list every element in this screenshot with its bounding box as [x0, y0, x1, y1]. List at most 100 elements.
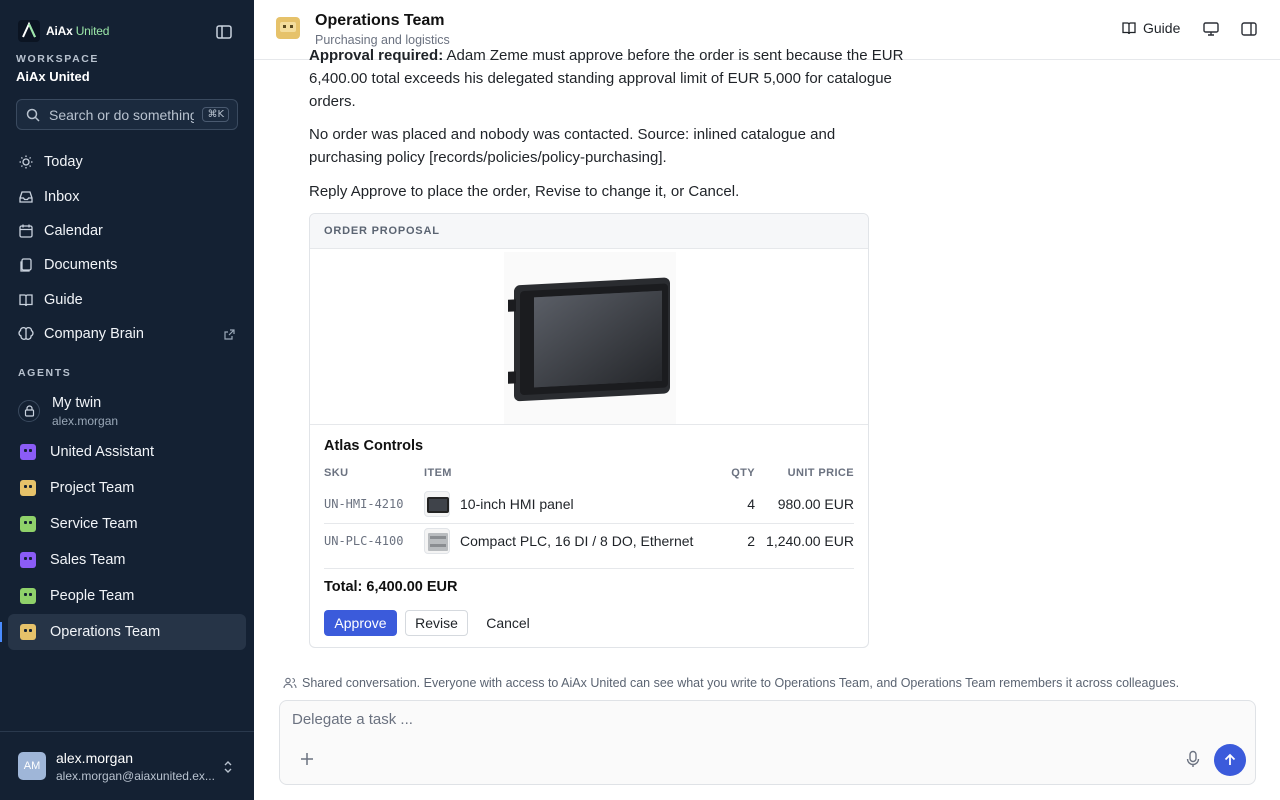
row-item: Compact PLC, 16 DI / 8 DO, Ethernet — [460, 533, 694, 549]
message-paragraph-2: No order was placed and nobody was conta… — [309, 126, 836, 166]
message-paragraph-3: Reply Approve to place the order, Revise… — [309, 183, 740, 200]
nav-item-company-brain[interactable]: Company Brain — [8, 317, 246, 351]
plus-icon[interactable] — [299, 751, 315, 767]
hmi-thumbnail-icon — [424, 491, 450, 517]
agents-list: United Assistant Project Team Service Te… — [0, 434, 246, 650]
search-placeholder: Search or do something — [49, 106, 195, 123]
agent-united-assistant[interactable]: United Assistant — [8, 434, 246, 470]
guide-button[interactable]: Guide — [1121, 20, 1180, 36]
nav-item-inbox[interactable]: Inbox — [8, 179, 246, 213]
search-input[interactable]: Search or do something ⌘K — [16, 99, 238, 130]
shared-note-text: Shared conversation. Everyone with acces… — [302, 676, 1180, 690]
nav-item-documents[interactable]: Documents — [8, 248, 246, 282]
agent-label: People Team — [50, 588, 135, 604]
col-qty: QTY — [731, 467, 755, 479]
nav-item-today[interactable]: Today — [8, 145, 246, 179]
book-icon — [19, 294, 33, 306]
revise-button[interactable]: Revise — [405, 610, 468, 636]
inbox-icon — [19, 190, 33, 203]
brand-name: AiAx United — [46, 24, 110, 38]
agent-bot-icon — [20, 552, 36, 568]
agent-project-team[interactable]: Project Team — [8, 470, 246, 506]
agent-bot-icon — [20, 444, 36, 460]
user-name: alex.morgan — [56, 749, 134, 766]
table-bottom-divider — [324, 568, 854, 569]
card-divider — [310, 424, 868, 425]
agent-sales-team[interactable]: Sales Team — [8, 542, 246, 578]
workspace-name[interactable]: AiAx United — [16, 69, 90, 84]
sun-icon — [19, 155, 33, 169]
supplier-name: Atlas Controls — [324, 438, 424, 454]
plc-thumbnail-icon — [424, 528, 450, 554]
sidebar: AiAx United WORKSPACE AiAx United Search… — [0, 0, 254, 800]
microphone-icon[interactable] — [1185, 750, 1201, 768]
agent-service-team[interactable]: Service Team — [8, 506, 246, 542]
row-qty: 4 — [747, 496, 755, 512]
main-nav: Today Inbox Calendar Documents Guide Com… — [8, 145, 246, 351]
brand[interactable]: AiAx United — [18, 20, 109, 42]
calendar-icon — [19, 224, 33, 238]
brain-icon — [18, 327, 34, 340]
row-unit-price: 980.00 EUR — [777, 496, 854, 512]
row-unit-price: 1,240.00 EUR — [766, 533, 854, 549]
order-proposal-card: ORDER PROPOSAL Atlas Controls SKU ITEM Q… — [309, 213, 869, 648]
book-icon — [1122, 22, 1136, 35]
nav-label-guide: Guide — [44, 291, 83, 308]
nav-label-documents: Documents — [44, 257, 118, 274]
agent-bot-icon — [20, 516, 36, 532]
twin-name: My twin — [52, 394, 102, 411]
guide-label: Guide — [1143, 20, 1181, 36]
arrow-up-icon — [1224, 753, 1236, 765]
table-row: UN-HMI-4210 10-inch HMI panel 4 980.00 E… — [324, 486, 854, 523]
row-item: 10-inch HMI panel — [460, 496, 574, 512]
message-paragraph-1: Approval required: Adam Zeme must approv… — [309, 70, 892, 110]
nav-item-calendar[interactable]: Calendar — [8, 214, 246, 248]
nav-label-inbox: Inbox — [44, 188, 80, 205]
agent-operations-team[interactable]: Operations Team — [0, 614, 246, 650]
page-title: Operations Team — [315, 12, 445, 29]
agent-label: Service Team — [50, 516, 138, 532]
search-icon — [26, 108, 40, 122]
user-menu[interactable]: AM alex.morgan alex.morgan@aiaxunited.ex… — [0, 731, 254, 800]
card-header: ORDER PROPOSAL — [310, 214, 868, 249]
table-row: UN-PLC-4100 Compact PLC, 16 DI / 8 DO, E… — [324, 523, 854, 560]
agent-label: Project Team — [50, 480, 135, 496]
approve-button[interactable]: Approve — [324, 610, 397, 636]
lock-icon — [18, 400, 40, 422]
agent-bot-icon — [20, 624, 36, 640]
send-button[interactable] — [1214, 744, 1246, 776]
twin-sub: alex.morgan — [52, 413, 119, 428]
composer-input[interactable]: Delegate a task ... — [292, 711, 413, 728]
chevron-up-down-icon — [224, 761, 232, 773]
agent-bot-icon — [20, 480, 36, 496]
agent-people-team[interactable]: People Team — [8, 578, 246, 614]
user-email: alex.morgan@aiaxunited.ex... — [56, 768, 215, 783]
external-link-icon — [224, 329, 235, 340]
operations-team-bot-icon — [276, 17, 300, 39]
message-paragraph-clipped: Approval required: Adam Zeme must approv… — [309, 44, 919, 64]
cancel-button[interactable]: Cancel — [476, 610, 540, 636]
aiax-logo-icon — [18, 20, 40, 42]
row-qty: 2 — [747, 533, 755, 549]
panel-toggle-icon[interactable] — [1240, 20, 1258, 38]
col-unit-price: UNIT PRICE — [787, 467, 854, 479]
agent-label: Operations Team — [50, 624, 161, 640]
agent-label: Sales Team — [50, 552, 126, 568]
approval-label: Approval required: — [309, 47, 444, 64]
col-sku: SKU — [324, 467, 349, 479]
documents-icon — [20, 258, 32, 273]
workspace-label: WORKSPACE — [16, 53, 100, 65]
nav-item-guide[interactable]: Guide — [8, 283, 246, 317]
nav-label-today: Today — [44, 154, 83, 171]
composer[interactable]: Delegate a task ... — [279, 700, 1256, 785]
order-total: Total: 6,400.00 EUR — [324, 579, 458, 595]
row-sku: UN-PLC-4100 — [324, 534, 404, 548]
people-icon — [283, 677, 297, 689]
monitor-icon[interactable] — [1202, 20, 1220, 38]
hmi-panel-image — [504, 252, 676, 424]
agent-label: United Assistant — [50, 444, 154, 460]
agent-my-twin[interactable]: My twin alex.morgan — [8, 388, 246, 434]
sidebar-toggle-icon[interactable] — [214, 22, 234, 42]
agent-bot-icon — [20, 588, 36, 604]
col-item: ITEM — [424, 467, 452, 479]
